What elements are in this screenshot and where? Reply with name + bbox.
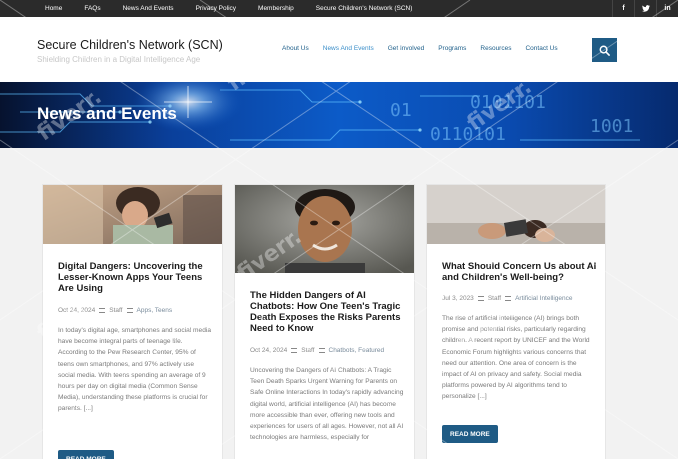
kids-with-tablet-image (427, 185, 605, 244)
nav-contact-us[interactable]: Contact Us (525, 45, 557, 52)
post-thumbnail[interactable] (427, 185, 605, 244)
site-tagline: Shielding Children in a Digital Intellig… (37, 55, 201, 64)
search-icon (599, 45, 610, 56)
folder-icon (291, 348, 298, 353)
post-thumbnail[interactable] (43, 185, 222, 244)
teen-portrait-image (235, 185, 414, 273)
top-bar: Home FAQs News And Events Privacy Policy… (0, 0, 678, 17)
post-author[interactable]: Staff (109, 307, 122, 314)
post-card: The Hidden Dangers of AI Chatbots: How O… (234, 184, 415, 459)
post-excerpt: The rise of artificial intelligence (AI)… (442, 315, 590, 401)
binary-code-text: 0101101 (470, 92, 546, 113)
post-excerpt: In today's digital age, smartphones and … (58, 327, 212, 413)
teen-with-phone-image (43, 185, 222, 244)
site-header: Secure Children's Network (SCN) Shieldin… (0, 17, 678, 82)
nav-about-us[interactable]: About Us (282, 45, 309, 52)
top-navigation: Home FAQs News And Events Privacy Policy… (45, 0, 434, 17)
post-meta: Oct 24, 2024 Staff Chatbots, Featured (250, 347, 384, 354)
social-links: f in (612, 0, 678, 17)
nav-news-and-events[interactable]: News And Events (323, 45, 374, 52)
list-icon (318, 348, 325, 353)
post-author[interactable]: Staff (301, 347, 314, 354)
folder-icon (477, 296, 484, 301)
post-excerpt: Uncovering the Dangers of AI Chatbots: A… (250, 367, 404, 442)
post-title[interactable]: The Hidden Dangers of AI Chatbots: How O… (250, 290, 405, 334)
post-date: Jul 3, 2023 (442, 295, 474, 302)
binary-code-text: 0110101 (430, 124, 506, 145)
nav-programs[interactable]: Programs (438, 45, 466, 52)
post-thumbnail[interactable] (235, 185, 414, 273)
list-icon (505, 296, 512, 301)
page: Home FAQs News And Events Privacy Policy… (0, 0, 678, 459)
search-button[interactable] (592, 38, 617, 62)
list-icon (126, 308, 133, 313)
post-card: Digital Dangers: Uncovering the Lesser-K… (42, 184, 223, 459)
post-title[interactable]: What Should Concern Us about AI and Chil… (442, 261, 597, 283)
read-more-button[interactable]: READ MORE (442, 425, 498, 443)
post-meta: Oct 24, 2024 Staff Apps, Teens (58, 307, 172, 314)
nav-get-involved[interactable]: Get Involved (388, 45, 425, 52)
page-banner: 0101101 1001 0110101 01 News and Events (0, 82, 678, 148)
site-title[interactable]: Secure Children's Network (SCN) (37, 38, 223, 52)
post-title[interactable]: Digital Dangers: Uncovering the Lesser-K… (58, 261, 208, 294)
main-navigation: About Us News And Events Get Involved Pr… (282, 45, 572, 52)
binary-code-text: 1001 (590, 116, 633, 137)
topnav-news-link[interactable]: News And Events (123, 5, 174, 12)
post-categories[interactable]: Apps, Teens (137, 307, 173, 314)
binary-code-text: 01 (390, 100, 412, 121)
topnav-membership-link[interactable]: Membership (258, 5, 294, 12)
post-date: Oct 24, 2024 (58, 307, 96, 314)
nav-resources[interactable]: Resources (480, 45, 511, 52)
post-categories[interactable]: Artificial Intelligence (515, 295, 572, 302)
topnav-home-link[interactable]: Home (45, 5, 62, 12)
post-meta: Jul 3, 2023 Staff Artificial Intelligenc… (442, 295, 573, 302)
folder-icon (99, 308, 106, 313)
post-date: Oct 24, 2024 (250, 347, 288, 354)
topnav-faqs-link[interactable]: FAQs (84, 5, 100, 12)
post-card: What Should Concern Us about AI and Chil… (426, 184, 606, 459)
topnav-scn-link[interactable]: Secure Children's Network (SCN) (316, 5, 413, 12)
page-title: News and Events (37, 104, 177, 123)
facebook-icon[interactable]: f (612, 0, 634, 17)
twitter-icon[interactable] (634, 0, 656, 17)
post-categories[interactable]: Chatbots, Featured (329, 347, 385, 354)
linkedin-icon[interactable]: in (656, 0, 678, 17)
topnav-privacy-link[interactable]: Privacy Policy (196, 5, 236, 12)
read-more-button[interactable]: READ MORE (58, 450, 114, 459)
post-author[interactable]: Staff (488, 295, 501, 302)
